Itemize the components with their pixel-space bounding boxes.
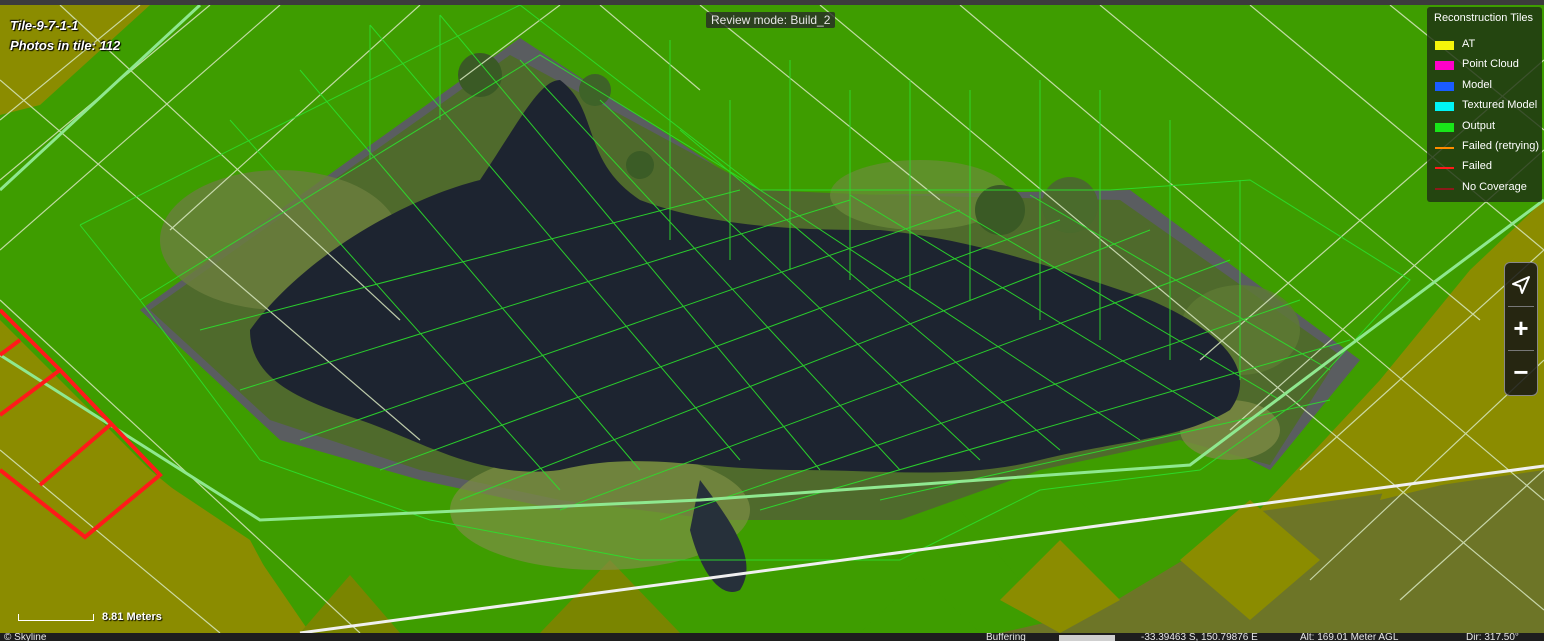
failed-retrying-line [1435,147,1454,149]
direction-readout: Dir: 317.50° [1466,633,1519,641]
altitude-readout: Alt: 169.01 Meter AGL [1300,633,1399,641]
3d-viewport[interactable]: Tile-9-7-1-1 Photos in tile: 112 Review … [0,0,1544,641]
status-bar: © Skyline Buffering -33.39463 S, 150.798… [0,633,1544,641]
legend-title: Reconstruction Tiles [1434,12,1534,24]
scale-bar-graphic [18,614,94,621]
point-cloud-swatch [1435,61,1454,70]
textured-model-swatch [1435,102,1454,111]
legend-item-textured-model: Textured Model [1435,99,1543,113]
navigation-arrow-icon[interactable] [1505,265,1537,305]
legend-item-failed-retrying: Failed (retrying) [1435,140,1543,154]
buffering-progress [1059,635,1115,641]
tile-photo-count: Photos in tile: 112 [10,38,121,53]
no-coverage-line [1435,188,1454,190]
legend-item-at: AT [1435,38,1543,52]
output-swatch [1435,123,1454,132]
legend-item-no-coverage: No Coverage [1435,181,1543,195]
failed-line [1435,167,1454,169]
legend-item-model: Model [1435,79,1543,93]
zoom-out-button[interactable]: − [1505,352,1537,392]
brand-label: © Skyline [4,633,47,641]
reconstruction-tiles-legend: Reconstruction Tiles AT Point Cloud Mode… [1427,7,1542,202]
legend-item-point-cloud: Point Cloud [1435,58,1543,72]
tile-name: Tile-9-7-1-1 [10,18,79,33]
buffering-label: Buffering [986,633,1026,641]
navigation-control: + − [1504,262,1538,396]
scale-bar: 8.81 Meters [16,611,176,625]
coordinates-readout: -33.39463 S, 150.79876 E [1141,633,1258,641]
legend-item-output: Output [1435,120,1543,134]
scene-map[interactable] [0,5,1544,633]
compass-icon [1512,276,1530,294]
scale-label: 8.81 Meters [102,611,162,623]
review-mode-label: Review mode: Build_2 [706,12,836,28]
zoom-in-button[interactable]: + [1505,308,1537,348]
at-swatch [1435,41,1454,50]
model-swatch [1435,82,1454,91]
legend-item-failed: Failed [1435,160,1543,174]
